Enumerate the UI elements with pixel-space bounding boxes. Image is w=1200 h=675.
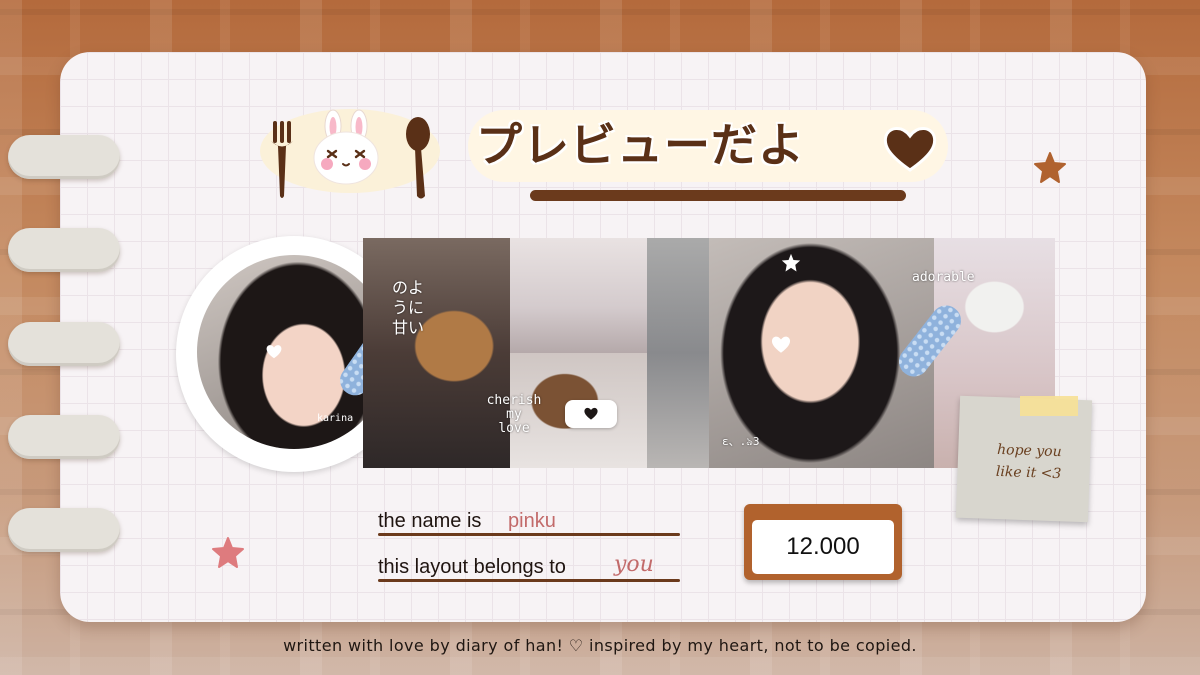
heart-sticker-icon [266,345,282,359]
tape-strip [1020,396,1078,416]
binder-ring [8,415,120,459]
photo-caption-vertical: のよ うに 甘い [392,278,425,337]
owner-underline [378,579,680,582]
name-underline [378,533,680,536]
photo-drink [510,238,647,353]
photo-window [647,238,709,468]
heart-sticker-icon [771,336,791,353]
heart-icon [584,407,598,420]
photo-caption-cherish: cherish my love [486,393,542,436]
avatar-caption: karina [317,413,354,424]
sticky-note-text: hope you like it <3 [995,441,1062,483]
star-icon [212,537,244,568]
counter-value: 12.000 [752,520,894,574]
star-sticker-icon [781,253,801,272]
bunny-cutlery-icon [260,109,440,199]
binder-ring [8,135,120,179]
name-label: the name is [378,510,482,532]
page-title: プレビューだよ [476,118,805,172]
star-icon [1034,152,1066,183]
binder-ring [8,322,120,366]
title-underline [530,190,906,201]
chat-bubble [565,400,617,428]
owner-label: this layout belongs to [378,556,566,578]
binder-ring [8,228,120,272]
photo-caption-adorable: adorable [912,270,975,285]
heart-icon [883,127,937,172]
footer-text: written with love by diary of han! ♡ ins… [283,636,917,655]
name-value: pinku [508,510,556,532]
photo-caption-small: ε、.ঌ3 [722,435,760,448]
binder-ring [8,508,120,552]
owner-value: you [614,552,654,577]
